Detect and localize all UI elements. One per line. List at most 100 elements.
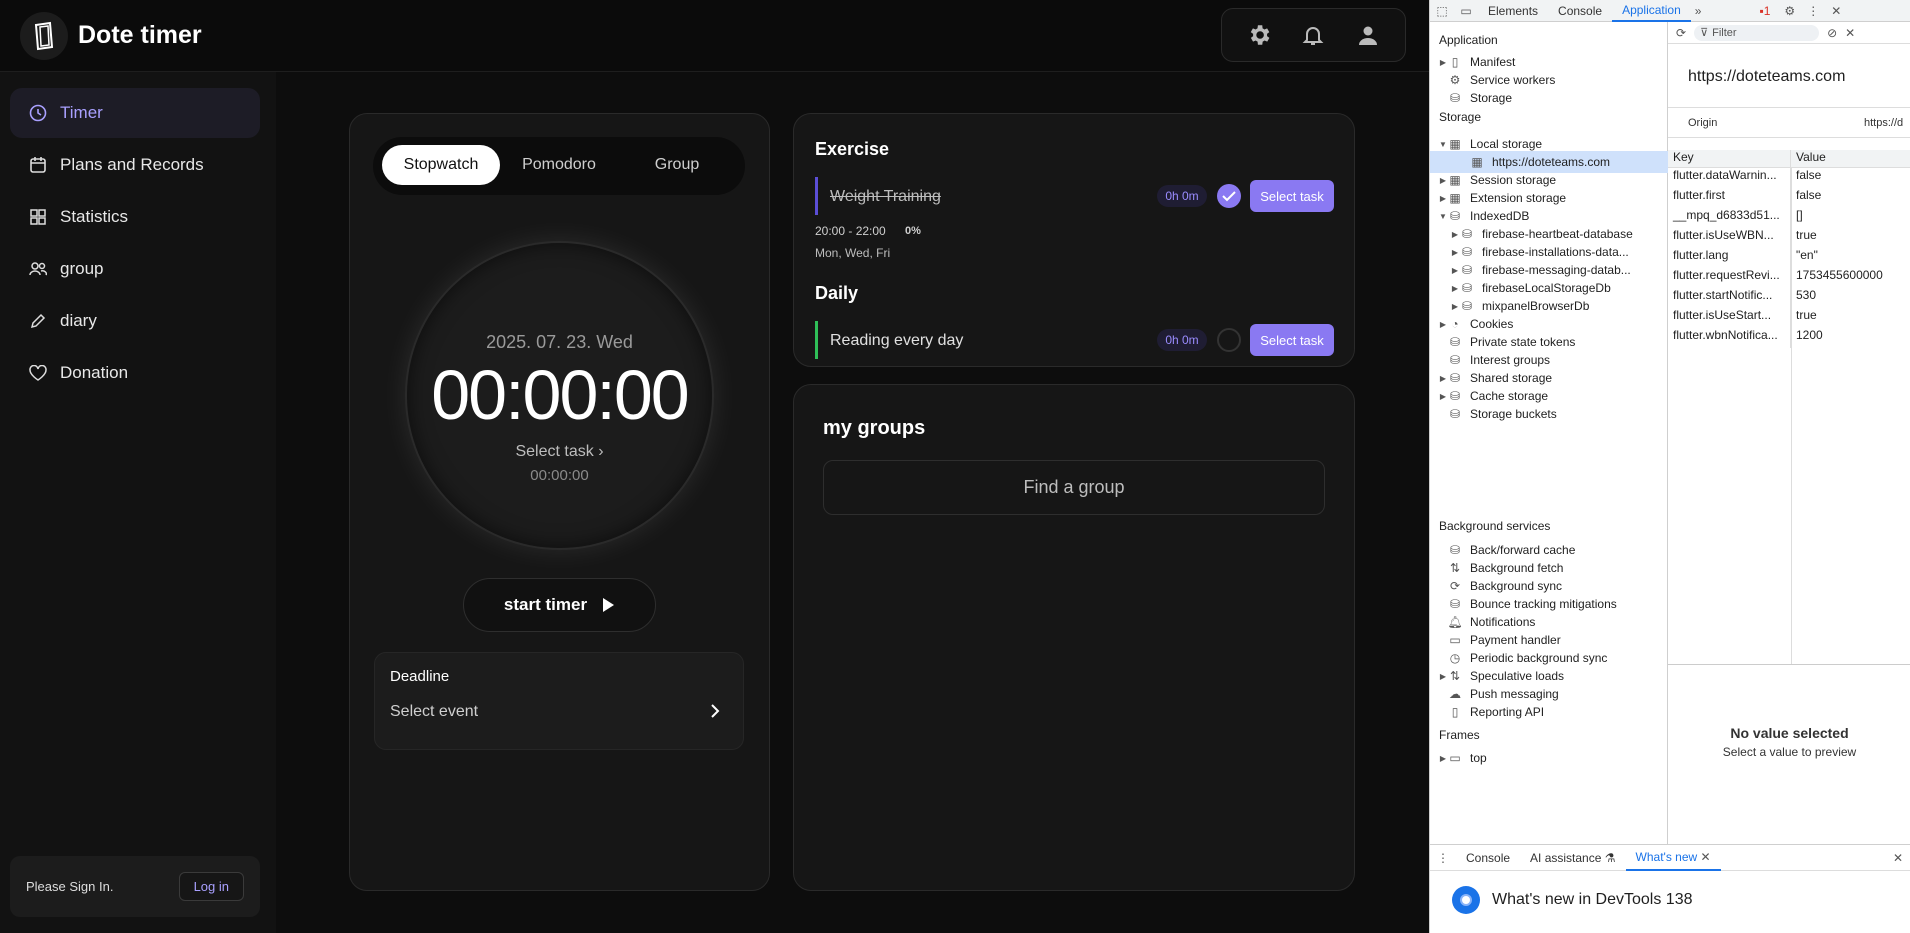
clear-icon[interactable]: ⊘ <box>1827 26 1837 40</box>
tree-item-frame-top[interactable]: ▶ ▭ top <box>1430 747 1668 769</box>
task-color-bar <box>815 177 818 215</box>
tree-label: Cache storage <box>1470 389 1549 403</box>
table-icon: ▦ <box>1471 155 1483 169</box>
kebab-menu-icon[interactable]: ⋮ <box>1807 4 1819 18</box>
sidebar-item-label: diary <box>60 311 97 330</box>
tree-item-reporting[interactable]: ▯ Reporting API <box>1430 701 1668 723</box>
tab-stopwatch[interactable]: Stopwatch <box>382 145 500 185</box>
expand-arrow-icon[interactable]: ▶ <box>1438 392 1448 401</box>
expand-arrow-icon[interactable]: ▶ <box>1438 374 1448 383</box>
expand-arrow-icon[interactable]: ▶ <box>1450 266 1460 275</box>
storage-row[interactable]: flutter.wbnNotifica... 1200 <box>1668 328 1910 348</box>
table-header: Key Value <box>1668 150 1910 168</box>
inspect-icon[interactable]: ⬚ <box>1430 4 1454 18</box>
drawer-tab-whats-new[interactable]: What's new ✕ <box>1625 845 1721 871</box>
storage-row[interactable]: flutter.isUseStart... true <box>1668 308 1910 328</box>
collapse-arrow-icon[interactable]: ▼ <box>1438 140 1448 149</box>
refresh-icon[interactable]: ⟳ <box>1676 26 1686 40</box>
user-icon[interactable] <box>1350 17 1386 53</box>
expand-arrow-icon[interactable]: ▶ <box>1450 230 1460 239</box>
sidebar-item-diary[interactable]: diary <box>10 296 260 346</box>
app-logo[interactable] <box>20 12 68 60</box>
app-title: Dote timer <box>78 21 202 49</box>
expand-arrow-icon[interactable]: ▶ <box>1438 320 1448 329</box>
tab-console[interactable]: Console <box>1548 0 1612 22</box>
tree-label: Bounce tracking mitigations <box>1470 597 1617 611</box>
tab-application[interactable]: Application <box>1612 0 1691 22</box>
close-icon[interactable]: ✕ <box>1701 850 1711 864</box>
task-name[interactable]: Reading every day <box>830 332 963 350</box>
expand-arrow-icon[interactable]: ▶ <box>1450 284 1460 293</box>
expand-arrow-icon[interactable]: ▶ <box>1450 302 1460 311</box>
top-bar: Dote timer <box>0 0 1429 72</box>
chrome-icon <box>1452 886 1480 914</box>
tree-label: Background fetch <box>1470 561 1564 575</box>
start-timer-button[interactable]: start timer <box>463 578 656 632</box>
expand-arrow-icon[interactable]: ▶ <box>1450 248 1460 257</box>
task-name[interactable]: Weight Training <box>830 188 941 206</box>
kebab-menu-icon[interactable]: ⋮ <box>1430 851 1456 865</box>
login-button[interactable]: Log in <box>178 872 244 901</box>
storage-row[interactable]: flutter.first false <box>1668 188 1910 208</box>
bell-icon[interactable] <box>1295 17 1331 53</box>
check-icon[interactable] <box>1217 184 1241 208</box>
expand-arrow-icon[interactable]: ▶ <box>1438 672 1448 681</box>
storage-value: 1200 <box>1796 328 1823 342</box>
expand-arrow-icon[interactable]: ▶ <box>1438 754 1448 763</box>
close-icon[interactable]: ✕ <box>1831 4 1841 18</box>
gear-icon: ⚙ <box>1449 73 1461 87</box>
filter-input[interactable]: ⊽ Filter <box>1694 24 1820 41</box>
storage-row[interactable]: flutter.isUseWBN... true <box>1668 228 1910 248</box>
gear-icon[interactable]: ⚙ <box>1784 4 1795 18</box>
gear-icon[interactable] <box>1241 17 1277 53</box>
storage-row[interactable]: flutter.dataWarnin... false <box>1668 168 1910 188</box>
close-icon[interactable]: ✕ <box>1893 851 1910 865</box>
device-toggle-icon[interactable]: ▭ <box>1454 4 1478 18</box>
sidebar-item-donation[interactable]: Donation <box>10 348 260 398</box>
sidebar-item-group[interactable]: group <box>10 244 260 294</box>
sidebar-item-statistics[interactable]: Statistics <box>10 192 260 242</box>
sidebar-item-plans[interactable]: Plans and Records <box>10 140 260 190</box>
select-task-button[interactable]: Select task <box>1250 324 1334 356</box>
app-window: Dote timer Timer Plans and Records Stati… <box>0 0 1429 933</box>
storage-row[interactable]: __mpq_d6833d51... [] <box>1668 208 1910 228</box>
timer-display: 00:00:00 <box>431 356 689 434</box>
expand-arrow-icon[interactable]: ▶ <box>1438 58 1448 67</box>
storage-key: flutter.dataWarnin... <box>1668 168 1791 188</box>
tab-pomodoro[interactable]: Pomodoro <box>500 145 618 185</box>
pencil-icon <box>28 311 48 331</box>
drawer-tab-label: AI assistance <box>1530 850 1602 865</box>
select-task-button[interactable]: Select task <box>1250 180 1334 212</box>
tab-group[interactable]: Group <box>618 145 736 185</box>
sidebar-item-timer[interactable]: Timer <box>10 88 260 138</box>
unchecked-circle-icon[interactable] <box>1217 328 1241 352</box>
storage-key: flutter.requestRevi... <box>1668 268 1791 288</box>
sidebar-item-label: Donation <box>60 363 129 382</box>
frame-icon: ▭ <box>1449 751 1461 765</box>
drawer-tab-ai[interactable]: AI assistance ⚗ <box>1520 851 1625 865</box>
tree-label: top <box>1470 751 1487 765</box>
storage-row[interactable]: flutter.startNotific... 530 <box>1668 288 1910 308</box>
devtools-toolbar: ⬚ ▭ Elements Console Application » ▪1 ⚙ … <box>1430 0 1910 22</box>
column-header-key[interactable]: Key <box>1668 150 1791 167</box>
task-time-range: 20:00 - 22:00 <box>815 224 886 238</box>
storage-row[interactable]: flutter.lang "en" <box>1668 248 1910 268</box>
drawer-tab-console[interactable]: Console <box>1456 851 1520 865</box>
tree-item-storage-buckets[interactable]: ⛁ Storage buckets <box>1430 403 1668 425</box>
collapse-arrow-icon[interactable]: ▼ <box>1438 212 1448 221</box>
database-icon: ⛁ <box>1449 407 1461 421</box>
issues-badge[interactable]: ▪1 <box>1759 4 1770 18</box>
tree-item-storage[interactable]: ⛁ Storage <box>1430 87 1668 109</box>
deadline-panel[interactable]: Deadline Select event <box>374 652 744 750</box>
expand-arrow-icon[interactable]: ▶ <box>1438 176 1448 185</box>
database-icon: ⛁ <box>1449 543 1461 557</box>
find-group-button[interactable]: Find a group <box>823 460 1325 515</box>
select-task-link[interactable]: Select task › <box>407 443 712 461</box>
more-tabs-icon[interactable]: » <box>1691 4 1706 18</box>
storage-row[interactable]: flutter.requestRevi... 1753455600000 <box>1668 268 1910 288</box>
sidebar-item-label: Timer <box>60 103 103 122</box>
delete-icon[interactable]: ✕ <box>1845 26 1855 40</box>
tab-elements[interactable]: Elements <box>1478 0 1548 22</box>
expand-arrow-icon[interactable]: ▶ <box>1438 194 1448 203</box>
column-header-value[interactable]: Value <box>1791 150 1826 167</box>
